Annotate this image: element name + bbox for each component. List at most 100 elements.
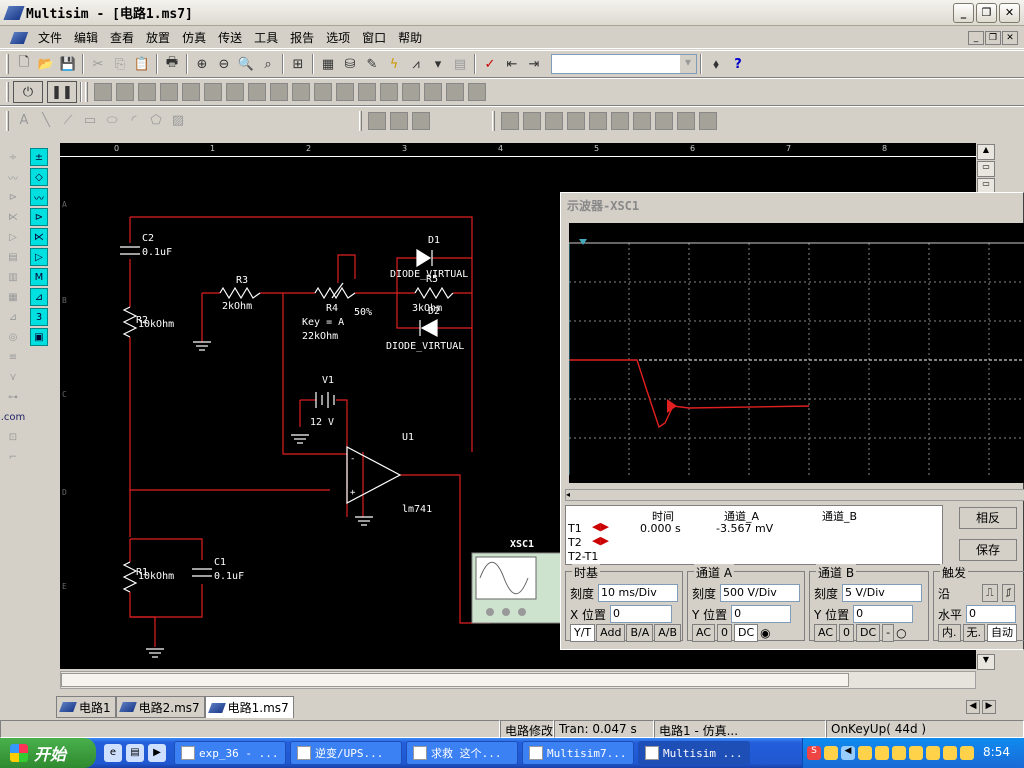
scroll-up-icon[interactable]: ▲ xyxy=(977,144,995,160)
in-use-list-combo[interactable] xyxy=(551,54,697,74)
trigger-internal-button[interactable]: 内. xyxy=(938,624,961,642)
power-source-icon[interactable]: ÷ xyxy=(4,148,22,166)
grapher-icon[interactable]: ⩘ xyxy=(405,53,427,75)
save-button[interactable]: 保存 xyxy=(959,539,1017,561)
menu-edit[interactable]: 编辑 xyxy=(68,29,104,46)
zoom-fit-icon[interactable]: ⌕ xyxy=(257,53,279,75)
cmos-icon[interactable]: ▥ xyxy=(4,268,22,286)
scroll-thumb[interactable] xyxy=(61,673,849,687)
instrument-2-icon[interactable] xyxy=(116,83,134,101)
place-2-icon[interactable] xyxy=(390,111,408,130)
virtual-3d-icon[interactable]: 3 xyxy=(30,308,48,326)
instrument-6-icon[interactable] xyxy=(204,83,222,101)
tab-scroll-left-icon[interactable]: ◀ xyxy=(966,700,980,714)
instrument-17-icon[interactable] xyxy=(446,83,464,101)
instrument-4-icon[interactable] xyxy=(160,83,178,101)
mdi-minimize-button[interactable]: _ xyxy=(968,31,984,45)
screen-scrollbar[interactable]: ◂ xyxy=(565,489,1024,501)
instrument-13-icon[interactable] xyxy=(358,83,376,101)
virtual-diode-icon[interactable]: ⊳ xyxy=(30,208,48,226)
multisim-app-icon[interactable] xyxy=(3,5,25,20)
virtual-misc-icon[interactable]: M xyxy=(30,268,48,286)
hierarchy-icon[interactable]: ⊞ xyxy=(287,53,309,75)
ab-button[interactable]: A/B xyxy=(654,624,682,642)
pause-icon[interactable]: ❚❚ xyxy=(47,81,77,103)
ba-button[interactable]: B/A xyxy=(626,624,654,642)
tray-icon-6[interactable] xyxy=(943,746,957,760)
menu-window[interactable]: 窗口 xyxy=(356,29,392,46)
instrument-3-icon[interactable] xyxy=(138,83,156,101)
menu-transfer[interactable]: 传送 xyxy=(212,29,248,46)
instrument-5-icon[interactable] xyxy=(182,83,200,101)
save-icon[interactable]: 💾 xyxy=(57,53,79,75)
channel-b-minus-button[interactable]: - xyxy=(882,624,895,642)
text-tool-icon[interactable]: A xyxy=(13,110,35,132)
folder-quicklaunch-icon[interactable]: ▤ xyxy=(126,744,144,762)
zoom-in-icon[interactable]: ⊕ xyxy=(191,53,213,75)
t1-arrows-icon[interactable]: ◀▶ xyxy=(592,520,609,533)
virtual-basic-icon[interactable]: 〰 xyxy=(30,188,48,206)
help-icon[interactable]: ? xyxy=(727,53,749,75)
multiline-tool-icon[interactable]: ⟋ xyxy=(57,110,79,132)
channel-b-ypos-input[interactable]: 0 xyxy=(853,605,914,623)
taskbar-item-multisim[interactable]: Multisim ... xyxy=(638,741,750,765)
indicator-icon[interactable]: ◎ xyxy=(4,328,22,346)
taskbar-item-multisim-folder[interactable]: Multisim7... xyxy=(522,741,634,765)
menu-reports[interactable]: 报告 xyxy=(284,29,320,46)
menu-place[interactable]: 放置 xyxy=(140,29,176,46)
virtual-3-icon[interactable] xyxy=(545,111,563,130)
channel-b-ac-button[interactable]: AC xyxy=(814,624,838,642)
virtual-8-icon[interactable] xyxy=(655,111,673,130)
instrument-18-icon[interactable] xyxy=(468,83,486,101)
zoom-out-icon[interactable]: ⊖ xyxy=(213,53,235,75)
diode-icon[interactable]: ⊳ xyxy=(4,188,22,206)
yt-button[interactable]: Y/T xyxy=(570,624,596,642)
instrument-1-icon[interactable] xyxy=(94,83,112,101)
instrument-16-icon[interactable] xyxy=(424,83,442,101)
virtual-measure-icon[interactable]: ⊿ xyxy=(30,288,48,306)
channel-a-ypos-input[interactable]: 0 xyxy=(731,605,792,623)
virtual-9-icon[interactable] xyxy=(677,111,695,130)
postprocessor-icon[interactable]: ▤ xyxy=(449,53,471,75)
virtual-4-icon[interactable] xyxy=(567,111,585,130)
tab-circuit2[interactable]: 电路2.ms7 xyxy=(115,696,205,718)
paste-icon[interactable]: 📋 xyxy=(131,53,153,75)
tab-circuit1-ms7[interactable]: 电路1.ms7 xyxy=(204,696,294,718)
minimize-button[interactable]: _ xyxy=(953,3,974,23)
channel-b-scale-input[interactable]: 5 V/Div xyxy=(842,584,923,602)
basic-icon[interactable]: 〰 xyxy=(4,168,22,186)
channel-a-dc-button[interactable]: DC xyxy=(734,624,759,642)
ttl-icon[interactable]: ▤ xyxy=(4,248,22,266)
tray-app-icon[interactable] xyxy=(824,746,838,760)
virtual-6-icon[interactable] xyxy=(611,111,629,130)
digital-icon[interactable]: ▦ xyxy=(4,288,22,306)
ellipse-tool-icon[interactable]: ⬭ xyxy=(101,110,123,132)
virtual-power-icon[interactable]: ± xyxy=(30,148,48,166)
erc-icon[interactable]: ✓ xyxy=(479,53,501,75)
taskbar-item-exp36[interactable]: exp_36 - ... xyxy=(174,741,286,765)
tray-icon-2[interactable] xyxy=(875,746,889,760)
menu-simulate[interactable]: 仿真 xyxy=(176,29,212,46)
instrument-15-icon[interactable] xyxy=(402,83,420,101)
menu-view[interactable]: 查看 xyxy=(104,29,140,46)
menu-options[interactable]: 选项 xyxy=(320,29,356,46)
menu-file[interactable]: 文件 xyxy=(32,29,68,46)
oscilloscope-symbol[interactable] xyxy=(471,552,563,624)
virtual-signal-icon[interactable]: ◇ xyxy=(30,168,48,186)
virtual-10-icon[interactable] xyxy=(699,111,717,130)
bus-icon[interactable]: ⌐ xyxy=(4,448,22,466)
tray-icon-4[interactable] xyxy=(909,746,923,760)
analysis-dropdown-icon[interactable]: ▾ xyxy=(427,53,449,75)
tray-icon-3[interactable] xyxy=(892,746,906,760)
instrument-14-icon[interactable] xyxy=(380,83,398,101)
picture-tool-icon[interactable]: ▨ xyxy=(167,110,189,132)
t2-arrows-icon[interactable]: ◀▶ xyxy=(592,534,609,547)
restore-button[interactable]: ❐ xyxy=(976,3,997,23)
print-icon[interactable]: 🖶 xyxy=(161,53,183,75)
copy-icon[interactable]: ⎘ xyxy=(109,53,131,75)
close-button[interactable]: ✕ xyxy=(999,3,1020,23)
document-icon[interactable] xyxy=(9,31,29,44)
ime-icon[interactable]: S xyxy=(807,746,821,760)
add-button[interactable]: Add xyxy=(596,624,626,642)
tab-circuit1[interactable]: 电路1 xyxy=(56,696,116,718)
